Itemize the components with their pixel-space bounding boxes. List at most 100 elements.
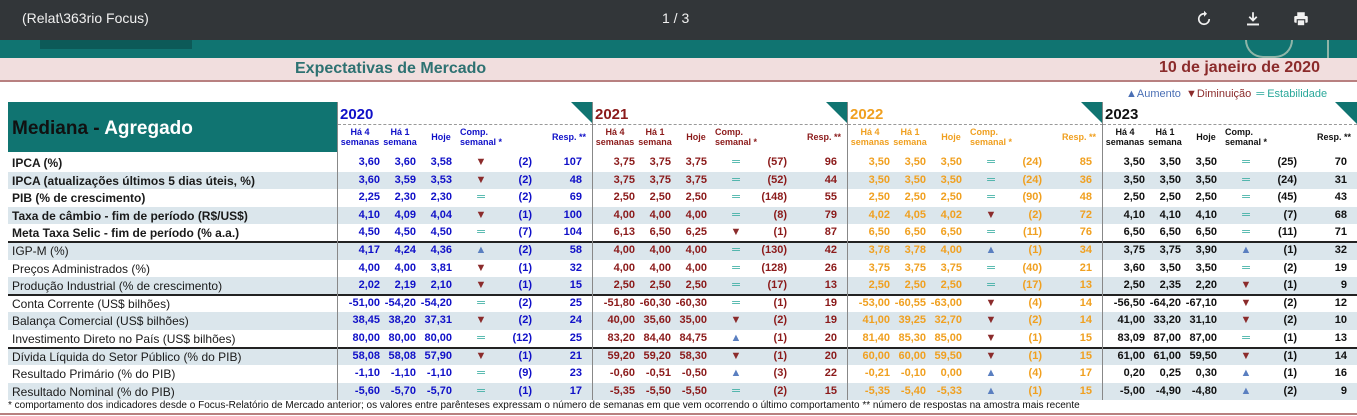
value-today: 59,50 — [1189, 349, 1217, 362]
stable-icon: ═ — [1242, 226, 1250, 239]
down-arrow-icon: ▼ — [985, 314, 997, 327]
col-header-weekly-comp: Comp. semanal * — [970, 127, 1013, 147]
value-today: 84,75 — [679, 332, 707, 344]
indicator-label: Preços Administrados (%) — [12, 261, 151, 276]
response-count: 19 — [824, 296, 837, 309]
value-today: 85,00 — [934, 332, 962, 344]
response-count: 21 — [569, 349, 582, 362]
value-1-week-ago: -54,20 — [384, 296, 416, 309]
value-4-weeks-ago: -0,21 — [864, 367, 890, 380]
value-today: 80,00 — [424, 332, 452, 344]
value-1-week-ago: 4,24 — [394, 244, 416, 256]
value-today: 4,50 — [430, 226, 452, 239]
value-1-week-ago: 4,00 — [649, 208, 671, 221]
stable-icon: ═ — [732, 279, 740, 292]
value-today: 2,50 — [940, 191, 962, 204]
value-4-weeks-ago: 38,45 — [352, 314, 380, 327]
report-title: Expectativas de Mercado — [295, 60, 487, 77]
down-arrow-icon: ▼ — [1240, 296, 1252, 309]
value-1-week-ago: 58,08 — [388, 349, 416, 362]
value-today: 3,53 — [430, 173, 452, 186]
value-today: 3,50 — [1195, 156, 1217, 168]
value-today: 35,00 — [679, 314, 707, 327]
indicator-label: Dívida Líquida do Setor Público (% do PI… — [12, 349, 242, 364]
value-4-weeks-ago: 4,17 — [358, 244, 380, 256]
response-count: 72 — [1079, 208, 1092, 221]
weeks-count: (11) — [1278, 226, 1297, 239]
value-today: -54,20 — [420, 296, 452, 309]
value-1-week-ago: 3,75 — [649, 173, 671, 186]
value-4-weeks-ago: 4,10 — [358, 208, 380, 221]
rotate-icon[interactable] — [1191, 6, 1217, 32]
value-today: 4,36 — [430, 244, 452, 256]
col-header-responses: Resp. ** — [1316, 132, 1351, 142]
value-4-weeks-ago: 6,50 — [1123, 226, 1145, 239]
legend-stable: ═ Estabilidade — [1256, 88, 1328, 100]
year-header-2021: 2021 Há 4 semanas Há 1 semana Hoje Comp. sem… — [593, 102, 848, 152]
value-4-weeks-ago: 6,13 — [613, 226, 635, 239]
down-arrow-icon: ▼ — [475, 314, 487, 327]
value-1-week-ago: 3,50 — [1159, 261, 1181, 274]
value-today: -60,30 — [675, 296, 707, 309]
value-4-weeks-ago: 80,00 — [352, 332, 380, 344]
down-arrow-icon: ▼ — [475, 173, 487, 186]
value-1-week-ago: 2,19 — [394, 279, 416, 292]
year-corner — [1081, 102, 1103, 124]
up-arrow-icon: ▲ — [730, 367, 742, 380]
weeks-count: (7) — [1283, 208, 1297, 221]
weeks-count: (52) — [767, 173, 787, 186]
col-header-4-weeks: Há 4 semanas — [1105, 127, 1145, 147]
value-4-weeks-ago: 3,60 — [358, 173, 380, 186]
year-header-2023: 2023 Há 4 semanas Há 1 semana Hoje Comp. sem… — [1103, 102, 1357, 152]
weeks-count: (8) — [773, 208, 787, 221]
value-4-weeks-ago: 2,50 — [1123, 191, 1145, 204]
value-1-week-ago: -5,50 — [645, 384, 671, 397]
value-4-weeks-ago: -1,10 — [354, 367, 380, 380]
response-count: 25 — [569, 332, 582, 344]
up-arrow-icon: ▲ — [1240, 384, 1252, 397]
response-count: 15 — [824, 384, 837, 397]
table-row: Conta Corrente (US$ bilhões) -51,00 -54,20… — [8, 293, 1357, 313]
value-1-week-ago: 4,05 — [904, 208, 926, 221]
value-4-weeks-ago: 3,75 — [868, 261, 890, 274]
weeks-count: (1) — [518, 208, 532, 221]
down-arrow-icon: ▼ — [475, 279, 487, 292]
value-1-week-ago: 3,59 — [394, 173, 416, 186]
stable-icon: ═ — [477, 226, 485, 239]
response-count: 19 — [1334, 261, 1347, 274]
indicator-label: Investimento Direto no País (US$ bilhões… — [12, 332, 236, 346]
print-icon[interactable] — [1288, 6, 1314, 32]
value-4-weeks-ago: 61,00 — [1117, 349, 1145, 362]
indicator-label: Meta Taxa Selic - fim de período (% a.a.… — [12, 226, 240, 241]
footer-rule — [0, 413, 1357, 415]
table-row: Resultado Nominal (% do PIB) -5,60 -5,70 -5… — [8, 382, 1357, 401]
weeks-count: (2) — [773, 384, 787, 397]
legend-up: ▲Aumento — [1126, 88, 1181, 100]
response-count: 107 — [563, 156, 582, 168]
download-icon[interactable] — [1240, 6, 1266, 32]
header-rule — [0, 80, 1357, 82]
weeks-count: (90) — [1022, 191, 1042, 204]
value-today: 3,50 — [940, 156, 962, 168]
value-1-week-ago: 6,50 — [649, 226, 671, 239]
up-arrow-icon: ▲ — [1240, 367, 1252, 380]
response-count: 23 — [569, 367, 582, 380]
weeks-count: (45) — [1277, 191, 1297, 204]
value-today: -67,10 — [1185, 296, 1217, 309]
down-arrow-icon: ▼ — [1240, 279, 1252, 292]
weeks-count: (2) — [773, 314, 787, 327]
value-4-weeks-ago: 83,20 — [607, 332, 635, 344]
weeks-count: (9) — [518, 367, 532, 380]
value-today: -5,70 — [426, 384, 452, 397]
value-4-weeks-ago: -56,50 — [1113, 296, 1145, 309]
response-count: 36 — [1079, 173, 1092, 186]
indicator-label: Balança Comercial (US$ bilhões) — [12, 314, 189, 329]
document-title: (Relat\363rio Focus) — [22, 10, 149, 26]
value-today: 3,58 — [430, 156, 452, 168]
response-count: 13 — [824, 279, 837, 292]
stable-icon: ═ — [1242, 332, 1250, 344]
value-today: -5,50 — [681, 384, 707, 397]
value-today: 57,90 — [424, 349, 452, 362]
weeks-count: (1) — [773, 332, 787, 344]
stable-icon: ═ — [1242, 173, 1250, 186]
